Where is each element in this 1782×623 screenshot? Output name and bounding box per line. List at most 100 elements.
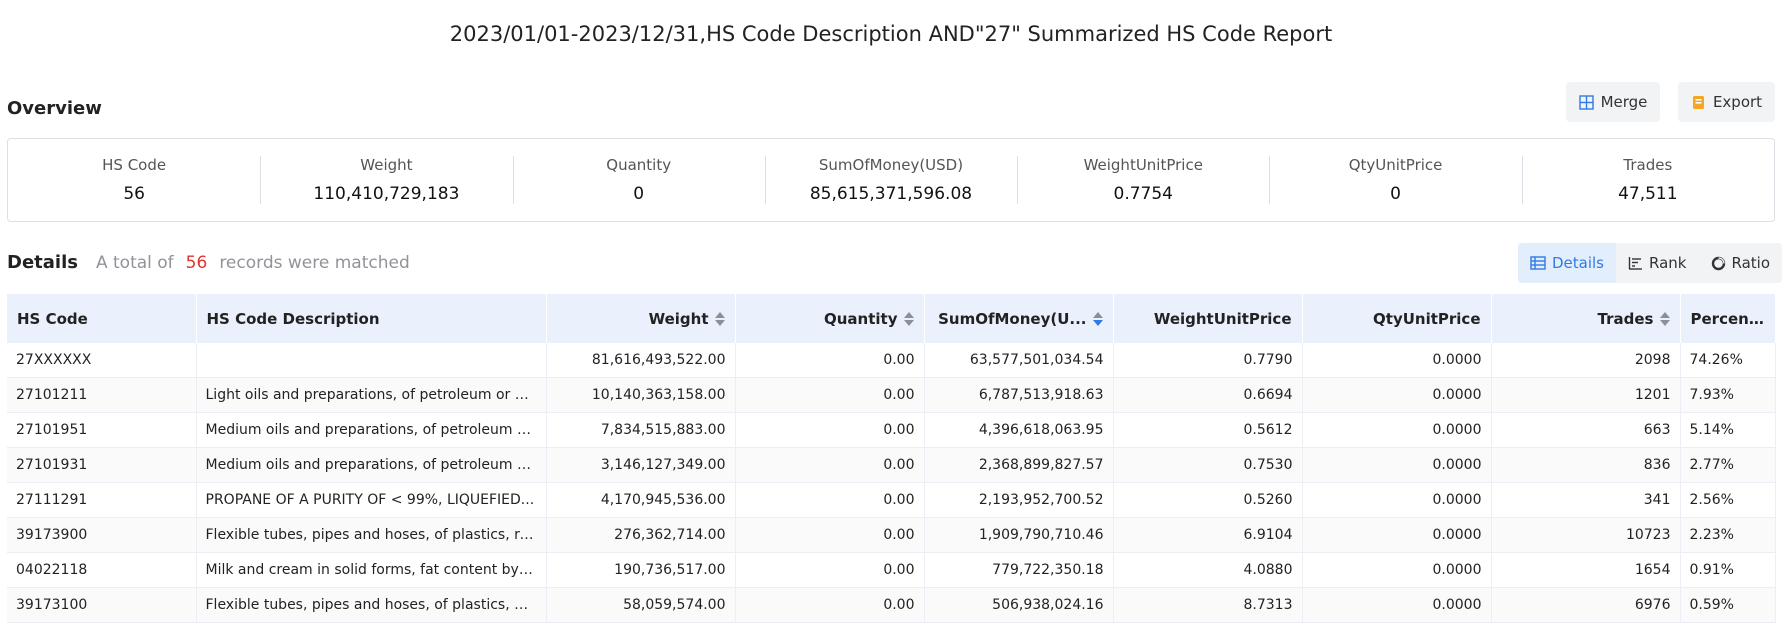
- cell-description: Light oils and preparations, of petroleu…: [196, 378, 546, 413]
- view-ratio-label: Ratio: [1732, 254, 1771, 272]
- col-header-hs-code[interactable]: HS Code: [7, 294, 196, 343]
- cell-hs-code: 27XXXXXX: [7, 343, 196, 378]
- sort-icon[interactable]: [904, 312, 914, 326]
- details-header: Details A total of 56 records were match…: [7, 252, 410, 273]
- col-header-qty-unit-price[interactable]: QtyUnitPrice: [1302, 294, 1491, 343]
- view-details-label: Details: [1552, 254, 1604, 272]
- export-label: Export: [1713, 93, 1762, 111]
- view-ratio-button[interactable]: Ratio: [1699, 243, 1782, 283]
- cell-quantity: 0.00: [735, 553, 924, 588]
- stat-weight-unit-price: WeightUnitPrice 0.7754: [1017, 156, 1269, 204]
- stat-value: 110,410,729,183: [260, 184, 512, 204]
- cell-quantity: 0.00: [735, 413, 924, 448]
- view-toggle: Details Rank Ratio: [1518, 243, 1782, 283]
- table-row[interactable]: 27111291 PROPANE OF A PURITY OF < 99%, L…: [7, 483, 1775, 518]
- cell-trades: 10723: [1491, 518, 1680, 553]
- table-row[interactable]: 27101951 Medium oils and preparations, o…: [7, 413, 1775, 448]
- export-button[interactable]: Export: [1678, 82, 1775, 122]
- cell-qty-unit-price: 0.0000: [1302, 588, 1491, 623]
- table-header-row: HS Code HS Code Description Weight Quant…: [7, 294, 1775, 343]
- table-row[interactable]: 27XXXXXX 81,616,493,522.00 0.00 63,577,5…: [7, 343, 1775, 378]
- table-row[interactable]: 27101211 Light oils and preparations, of…: [7, 378, 1775, 413]
- col-header-label: Quantity: [824, 310, 898, 328]
- col-header-label: HS Code Description: [207, 310, 380, 328]
- cell-weight: 276,362,714.00: [546, 518, 735, 553]
- table-row[interactable]: 04022118 Milk and cream in solid forms, …: [7, 553, 1775, 588]
- cell-sum-of-money: 6,787,513,918.63: [924, 378, 1113, 413]
- stat-hs-code: HS Code 56: [8, 156, 260, 204]
- cell-hs-code: 39173900: [7, 518, 196, 553]
- cell-description: PROPANE OF A PURITY OF < 99%, LIQUEFIED.…: [196, 483, 546, 518]
- cell-weight: 58,059,574.00: [546, 588, 735, 623]
- col-header-label: WeightUnitPrice: [1154, 310, 1292, 328]
- cell-percent: 2.23%: [1680, 518, 1775, 553]
- col-header-label: SumOfMoney(U...: [938, 310, 1086, 328]
- cell-weight: 3,146,127,349.00: [546, 448, 735, 483]
- cell-qty-unit-price: 0.0000: [1302, 378, 1491, 413]
- cell-qty-unit-price: 0.0000: [1302, 413, 1491, 448]
- cell-percent: 0.91%: [1680, 553, 1775, 588]
- cell-weight: 7,834,515,883.00: [546, 413, 735, 448]
- cell-percent: 2.56%: [1680, 483, 1775, 518]
- stat-label: WeightUnitPrice: [1017, 156, 1269, 174]
- cell-weight: 10,140,363,158.00: [546, 378, 735, 413]
- col-header-label: Percen...: [1691, 310, 1766, 328]
- sort-icon[interactable]: [1660, 312, 1670, 326]
- col-header-label: QtyUnitPrice: [1373, 310, 1480, 328]
- cell-qty-unit-price: 0.0000: [1302, 553, 1491, 588]
- overview-heading: Overview: [7, 98, 102, 119]
- stat-label: SumOfMoney(USD): [765, 156, 1017, 174]
- overview-card: HS Code 56 Weight 110,410,729,183 Quanti…: [7, 138, 1775, 222]
- cell-sum-of-money: 779,722,350.18: [924, 553, 1113, 588]
- view-rank-label: Rank: [1649, 254, 1686, 272]
- col-header-percent[interactable]: Percen...: [1680, 294, 1775, 343]
- view-details-button[interactable]: Details: [1518, 243, 1616, 283]
- sort-desc-icon[interactable]: [1093, 312, 1103, 326]
- stat-label: Quantity: [513, 156, 765, 174]
- details-table: HS Code HS Code Description Weight Quant…: [7, 294, 1776, 623]
- cell-description: Flexible tubes, pipes and hoses, of plas…: [196, 588, 546, 623]
- col-header-trades[interactable]: Trades: [1491, 294, 1680, 343]
- col-header-weight-unit-price[interactable]: WeightUnitPrice: [1113, 294, 1302, 343]
- cell-description: Flexible tubes, pipes and hoses, of plas…: [196, 518, 546, 553]
- cell-trades: 6976: [1491, 588, 1680, 623]
- table-row[interactable]: 39173900 Flexible tubes, pipes and hoses…: [7, 518, 1775, 553]
- cell-sum-of-money: 1,909,790,710.46: [924, 518, 1113, 553]
- details-heading: Details: [7, 252, 78, 273]
- col-header-label: Trades: [1598, 310, 1654, 328]
- cell-sum-of-money: 2,368,899,827.57: [924, 448, 1113, 483]
- col-header-quantity[interactable]: Quantity: [735, 294, 924, 343]
- cell-sum-of-money: 63,577,501,034.54: [924, 343, 1113, 378]
- stat-label: Weight: [260, 156, 512, 174]
- rank-icon: [1628, 256, 1643, 270]
- report-title: 2023/01/01-2023/12/31,HS Code Descriptio…: [0, 22, 1782, 46]
- sort-icon[interactable]: [715, 312, 725, 326]
- cell-quantity: 0.00: [735, 343, 924, 378]
- col-header-description[interactable]: HS Code Description: [196, 294, 546, 343]
- cell-weight: 4,170,945,536.00: [546, 483, 735, 518]
- view-rank-button[interactable]: Rank: [1616, 243, 1698, 283]
- cell-weight-unit-price: 6.9104: [1113, 518, 1302, 553]
- cell-hs-code: 27101931: [7, 448, 196, 483]
- cell-weight-unit-price: 0.6694: [1113, 378, 1302, 413]
- cell-trades: 663: [1491, 413, 1680, 448]
- stat-sum-of-money: SumOfMoney(USD) 85,615,371,596.08: [765, 156, 1017, 204]
- cell-weight-unit-price: 8.7313: [1113, 588, 1302, 623]
- pie-icon: [1711, 256, 1726, 271]
- stat-label: Trades: [1522, 156, 1774, 174]
- merge-icon: [1579, 95, 1594, 110]
- cell-hs-code: 04022118: [7, 553, 196, 588]
- table-row[interactable]: 39173100 Flexible tubes, pipes and hoses…: [7, 588, 1775, 623]
- col-header-sum-of-money[interactable]: SumOfMoney(U...: [924, 294, 1113, 343]
- table-row[interactable]: 27101931 Medium oils and preparations, o…: [7, 448, 1775, 483]
- stat-qty-unit-price: QtyUnitPrice 0: [1269, 156, 1521, 204]
- records-prefix: A total of: [96, 253, 174, 273]
- stat-trades: Trades 47,511: [1522, 156, 1774, 204]
- merge-button[interactable]: Merge: [1566, 82, 1660, 122]
- col-header-weight[interactable]: Weight: [546, 294, 735, 343]
- cell-description: Medium oils and preparations, of petrole…: [196, 448, 546, 483]
- stat-quantity: Quantity 0: [513, 156, 765, 204]
- cell-description: Medium oils and preparations, of petrole…: [196, 413, 546, 448]
- cell-sum-of-money: 2,193,952,700.52: [924, 483, 1113, 518]
- cell-sum-of-money: 4,396,618,063.95: [924, 413, 1113, 448]
